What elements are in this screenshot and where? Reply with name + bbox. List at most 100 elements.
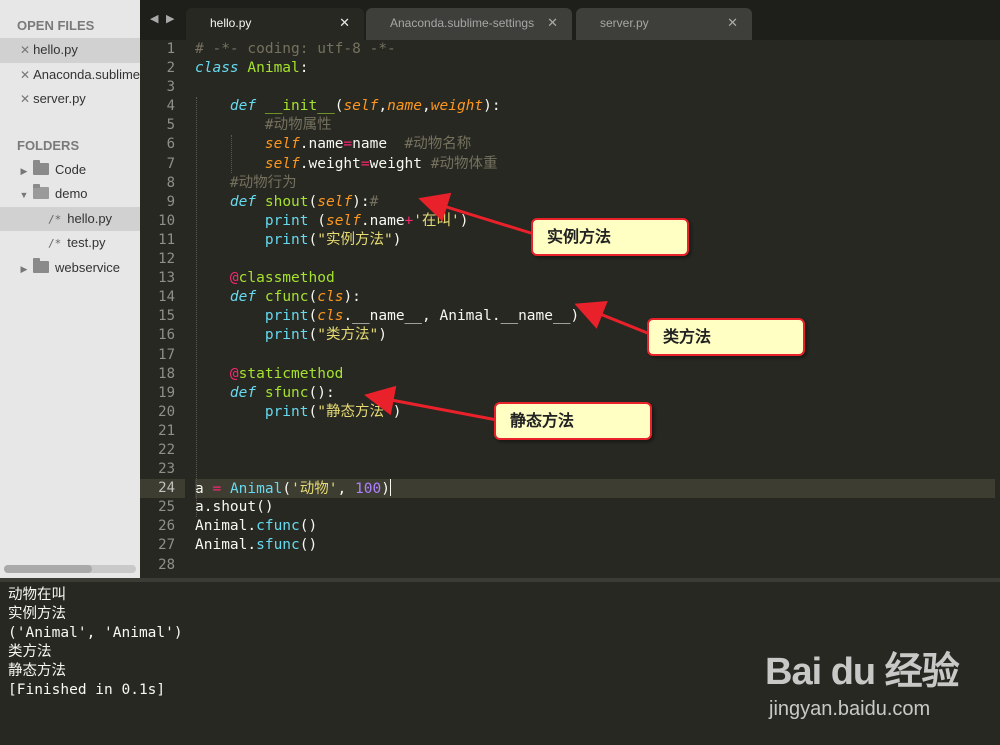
text-cursor	[389, 479, 391, 497]
tree-file-test[interactable]: /* test.py	[0, 231, 140, 256]
identifier: name	[352, 136, 388, 153]
method-call: sfunc	[256, 537, 300, 554]
self-ref: self	[325, 212, 361, 229]
tree-label: hello.py	[67, 210, 113, 226]
baidu-logo: Bai du 经验	[765, 651, 960, 693]
tree-folder-webservice[interactable]: ▶ webservice	[0, 256, 140, 281]
line-number: 20	[158, 403, 175, 420]
open-file-item[interactable]: ✕Anaconda.sublime-settings	[0, 63, 140, 88]
class-name: Animal	[247, 60, 300, 77]
tab-server-py[interactable]: server.py ✕	[576, 8, 752, 40]
watermark-url: jingyan.baidu.com	[769, 698, 931, 720]
code-area[interactable]: # -*- coding: utf-8 -*- class Animal: de…	[195, 40, 995, 575]
indent-guide	[231, 135, 232, 173]
param: weight	[430, 98, 484, 115]
code-line-2: class Animal:	[195, 60, 309, 77]
attr: name	[308, 136, 344, 153]
line-number: 14	[158, 289, 175, 306]
function-name: sfunc	[264, 384, 309, 401]
line-number: 4	[166, 98, 175, 115]
tree-file-hello[interactable]: /* hello.py	[0, 206, 140, 231]
close-icon[interactable]: ✕	[547, 8, 558, 38]
sidebar-scrollbar[interactable]	[4, 565, 136, 573]
code-line-25: a.shout()	[195, 498, 995, 517]
code-line-15: print(cls.__name__, Animal.__name__)	[264, 308, 580, 325]
code-line-8: #动物行为	[195, 174, 995, 193]
file-icon: /*	[48, 212, 62, 226]
close-icon[interactable]: ✕	[339, 8, 350, 38]
close-icon[interactable]: ✕	[20, 43, 30, 57]
open-file-label: hello.py	[33, 42, 78, 57]
tree-folder-code[interactable]: ▶ Code	[0, 158, 140, 183]
baidu-watermark: Bai du 经验 jingyan.baidu.com	[765, 640, 990, 730]
tab-hello-py[interactable]: hello.py ✕	[186, 8, 364, 40]
line-number: 12	[158, 251, 175, 268]
builtin: print	[264, 327, 309, 344]
open-file-item[interactable]: ✕ server.py	[0, 87, 140, 112]
attr: weight	[308, 155, 361, 172]
line-number: 27	[158, 537, 175, 554]
line-number: 21	[158, 422, 175, 439]
code-line-27: Animal.sfunc()	[195, 536, 995, 555]
line-number: 16	[158, 327, 175, 344]
punct: ()	[299, 518, 318, 535]
code-line-26: Animal.cfunc()	[195, 517, 995, 536]
line-number: 23	[158, 461, 175, 478]
code-line-7: self.weight=weight #动物体重	[264, 155, 498, 172]
punct: ()	[299, 537, 318, 554]
close-icon[interactable]: ✕	[727, 8, 738, 38]
line-number: 19	[158, 384, 175, 401]
keyword: class	[195, 60, 239, 77]
line-number-gutter: 1 2 3 4 5 6 7 8 9 10 11 12 13 14 15 16 17 18 19 20 21 22 23 24 2…	[140, 40, 185, 575]
tab-nav-arrows-icon[interactable]: ◀ ▶	[150, 12, 176, 25]
builtin: print	[264, 212, 309, 229]
code-editor[interactable]: 1 2 3 4 5 6 7 8 9 10 11 12 13 14 15 16 17 18 19 20 21 22 23 24 2…	[140, 40, 1000, 578]
tab-anaconda-settings[interactable]: Anaconda.sublime-settings ✕	[366, 8, 572, 40]
code-line-18: @staticmethod	[229, 365, 344, 382]
comment: #动物体重	[430, 155, 498, 172]
identifier: Animal.	[195, 537, 257, 554]
chevron-down-icon[interactable]: ▼	[18, 183, 30, 208]
open-file-label: Anaconda.sublime-settings	[33, 66, 140, 82]
open-file-label: server.py	[33, 91, 86, 106]
param: cls	[317, 289, 344, 306]
chevron-right-icon[interactable]: ▶	[18, 159, 30, 184]
chevron-right-icon[interactable]: ▶	[18, 257, 30, 282]
tree-label: Code	[55, 161, 87, 177]
folder-open-icon	[33, 184, 49, 199]
line-number: 10	[158, 212, 175, 229]
string: "实例方法"	[317, 231, 393, 248]
open-file-item[interactable]: ✕ hello.py	[0, 38, 140, 63]
keyword: def	[229, 289, 257, 306]
cls-ref: cls	[317, 308, 344, 325]
output-line: 实例方法	[8, 606, 66, 623]
line-number: 22	[158, 441, 175, 458]
number: 100	[355, 481, 382, 498]
close-icon[interactable]: ✕	[20, 92, 30, 106]
tree-folder-demo[interactable]: ▼ demo	[0, 182, 140, 207]
keyword: def	[229, 98, 257, 115]
close-icon[interactable]: ✕	[20, 68, 30, 82]
identifier: Animal.	[195, 518, 257, 535]
builtin: print	[264, 231, 309, 248]
line-number: 3	[166, 79, 175, 96]
code-line-6: self.name=name #动物名称	[264, 136, 472, 153]
identifier: Animal	[229, 481, 283, 498]
function-name: cfunc	[264, 289, 309, 306]
callout-class-method: 类方法	[647, 318, 805, 356]
param: self	[317, 193, 353, 210]
decorator: classmethod	[238, 270, 335, 287]
scrollbar-thumb[interactable]	[4, 565, 92, 573]
self-ref: self	[264, 136, 300, 153]
line-number: 25	[158, 499, 175, 516]
code-line-4: def __init__(self,name,weight):	[229, 98, 501, 115]
self-ref: self	[264, 155, 300, 172]
function-name: __init__	[264, 98, 335, 115]
string: '在叫'	[413, 212, 460, 229]
code-line-1: # -*- coding: utf-8 -*-	[195, 40, 995, 59]
attr: name	[369, 212, 405, 229]
folder-icon	[33, 159, 49, 175]
method-call: cfunc	[256, 518, 300, 535]
